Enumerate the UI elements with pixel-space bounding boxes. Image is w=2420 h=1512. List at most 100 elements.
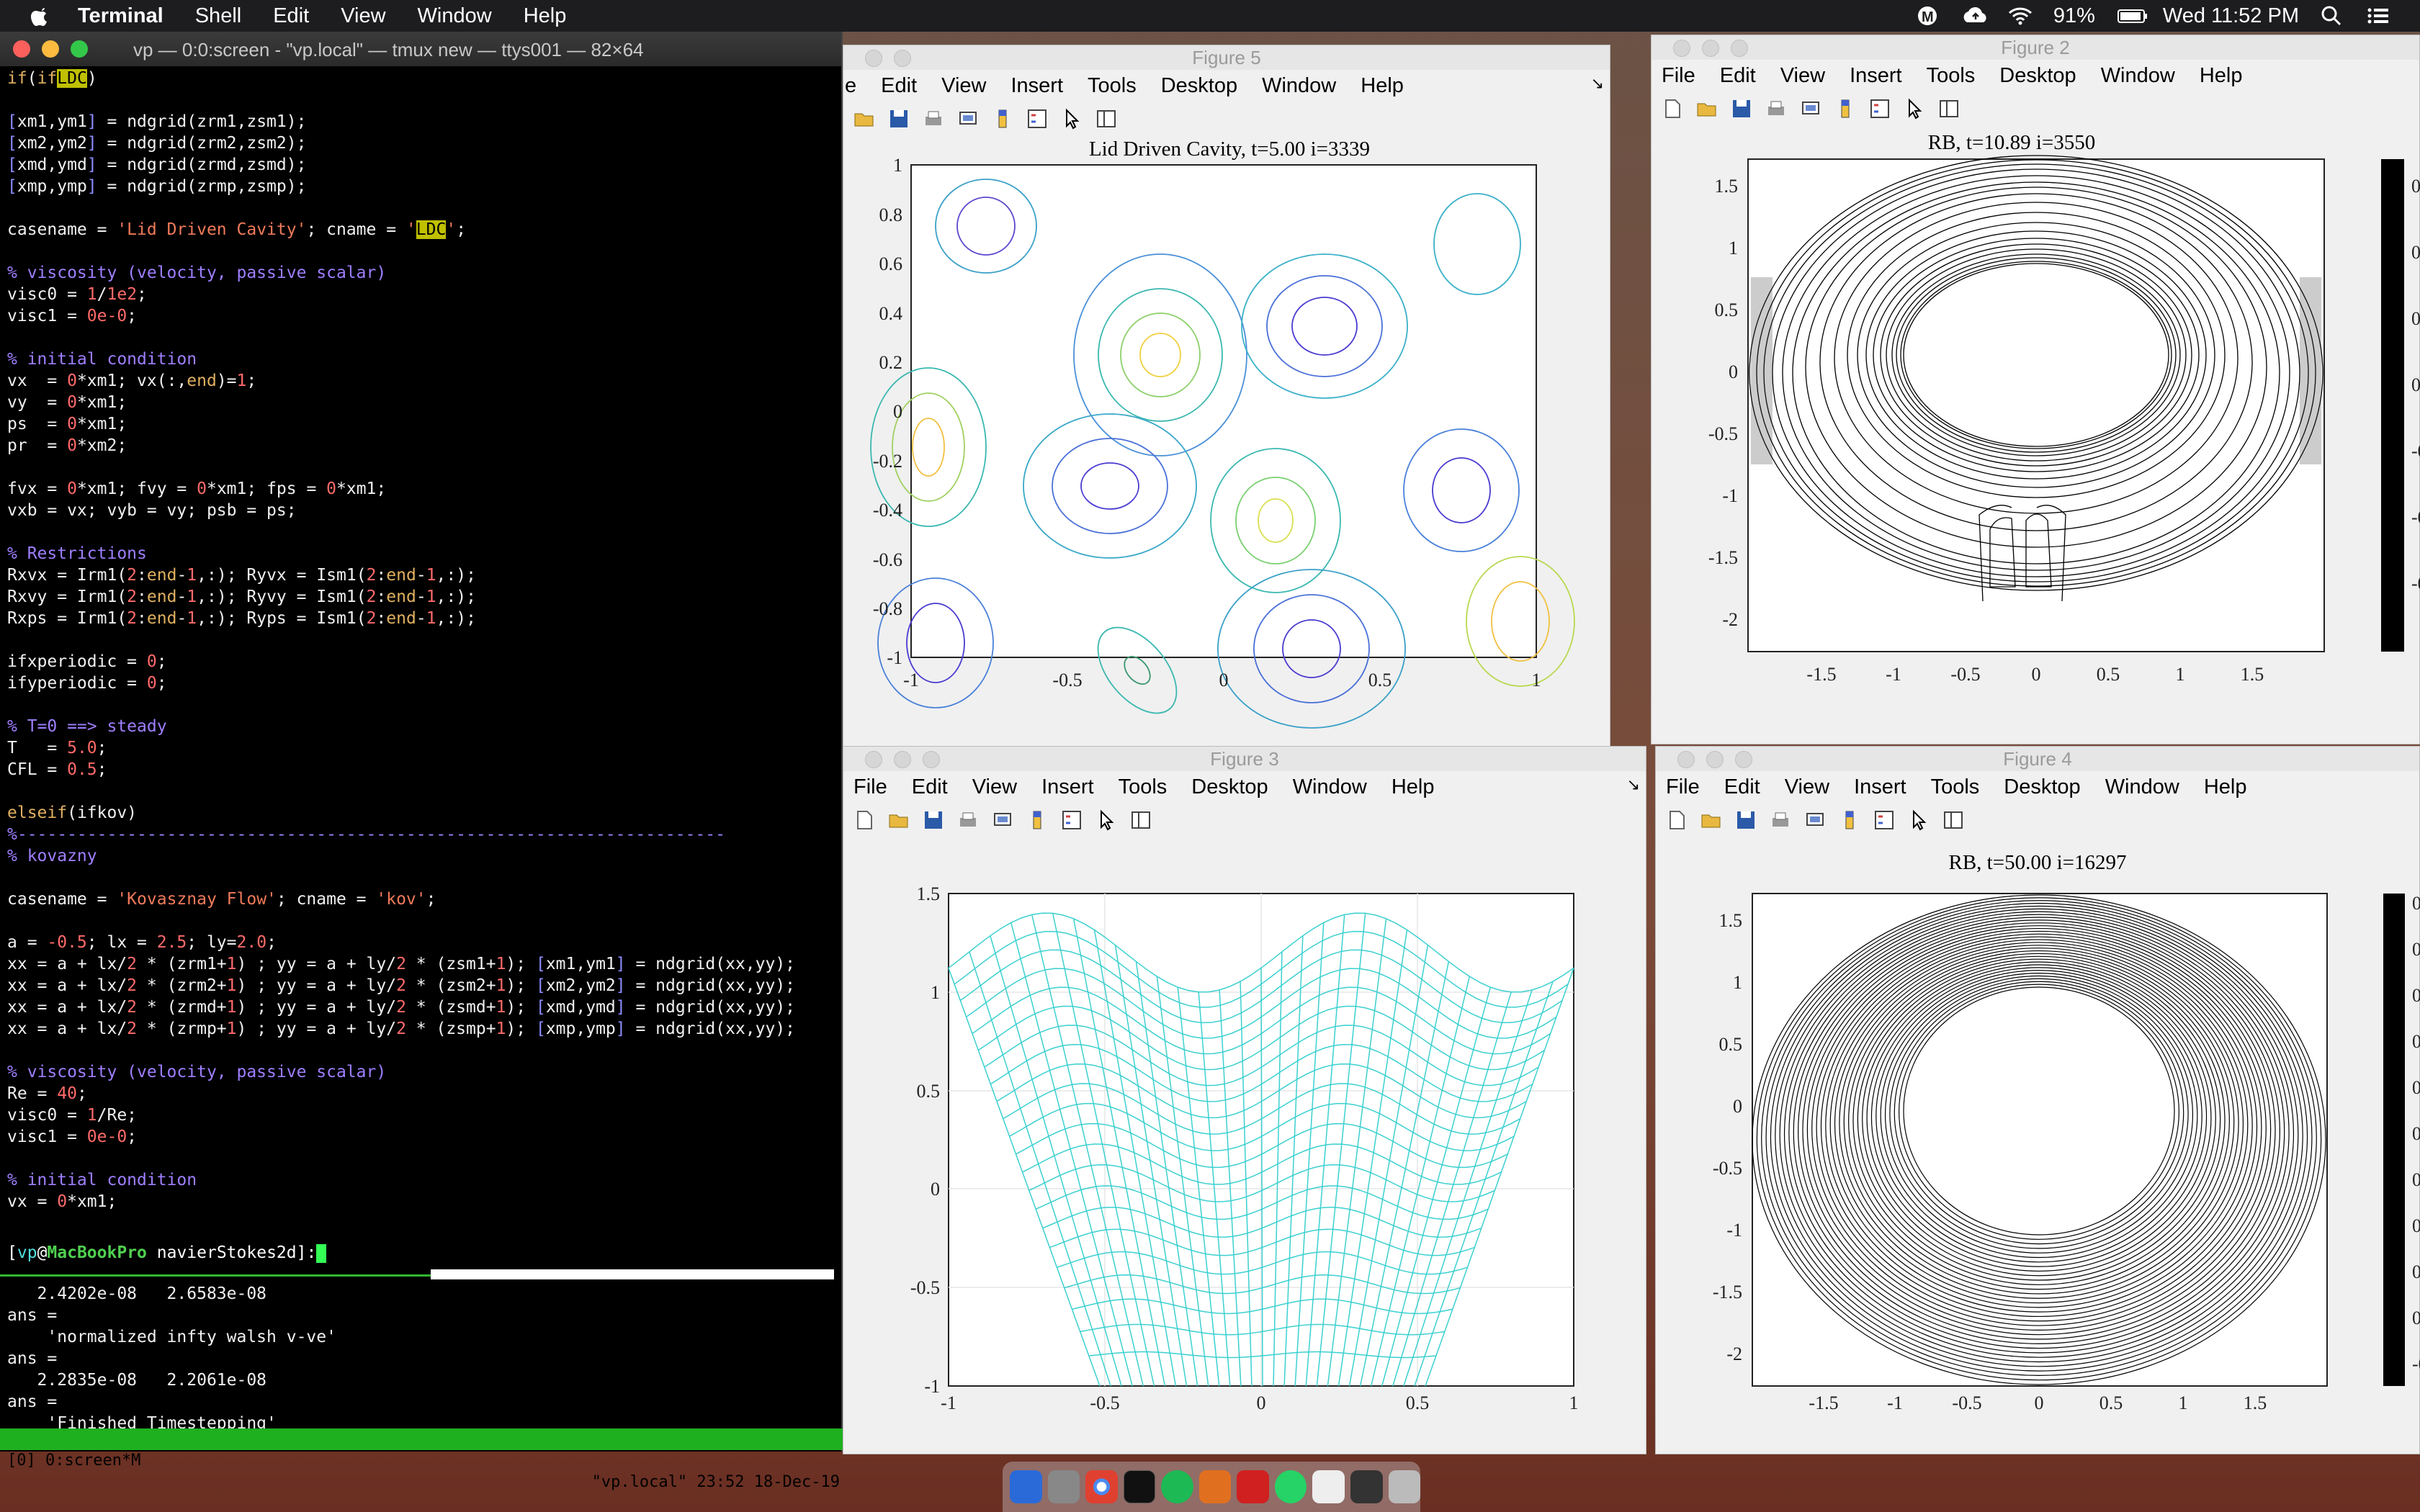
pointer-icon[interactable]	[1095, 809, 1117, 831]
acrobat-icon[interactable]	[1237, 1470, 1269, 1503]
menu-desktop[interactable]: Desktop	[1161, 74, 1237, 98]
minimize-button[interactable]	[42, 40, 59, 58]
save-icon[interactable]	[923, 809, 944, 831]
menu-window[interactable]: Window	[1262, 74, 1336, 98]
terminal-code-buffer[interactable]: if(ifLDC) [xm1,ym1] = ndgrid(zrm1,zsm1);…	[7, 68, 835, 1263]
rb-contour-plot-t10[interactable]: RB, t=10.89 i=3550 -1.5 -1 -0.5 0 0.5 1 …	[1652, 126, 2420, 745]
minimize-button[interactable]	[894, 50, 911, 67]
menu-help[interactable]: Help	[1392, 775, 1435, 799]
menu-view[interactable]: View	[341, 4, 385, 28]
close-button[interactable]	[13, 40, 30, 58]
finder-icon[interactable]	[1010, 1470, 1042, 1503]
shell-prompt[interactable]: [vp@MacBookPro navierStokes2d]:	[7, 1243, 327, 1263]
pointer-icon[interactable]	[1908, 809, 1930, 831]
figure-titlebar[interactable]: Figure 2	[1652, 35, 2419, 60]
colorbar-icon[interactable]	[1834, 98, 1856, 120]
print-icon[interactable]	[923, 108, 944, 130]
new-figure-icon[interactable]	[853, 809, 875, 831]
apple-icon[interactable]	[27, 3, 53, 29]
zoom-button[interactable]	[1735, 751, 1752, 768]
property-editor-icon[interactable]	[1938, 98, 1960, 120]
menu-window[interactable]: Window	[1293, 775, 1367, 799]
open-file-icon[interactable]	[888, 809, 910, 831]
figure-5-window[interactable]: Figure 5 e Edit View Insert Tools Deskto…	[843, 45, 1610, 753]
save-icon[interactable]	[1735, 809, 1757, 831]
menu-view[interactable]: View	[1785, 775, 1829, 799]
menu-file[interactable]: File	[853, 775, 887, 799]
system-preferences-icon[interactable]	[1047, 1470, 1080, 1503]
colorbar-icon[interactable]	[1026, 809, 1048, 831]
menu-insert[interactable]: Insert	[1010, 74, 1063, 98]
menu-edit[interactable]: Edit	[1720, 64, 1756, 88]
menu-window[interactable]: Window	[2105, 775, 2179, 799]
rb-contour-plot-t50[interactable]: RB, t=50.00 i=16297 -1.5 -1 -0.5 0 0.5 1…	[1656, 837, 2420, 1455]
pointer-icon[interactable]	[1061, 108, 1083, 130]
menu-desktop[interactable]: Desktop	[2004, 775, 2080, 799]
print-icon[interactable]	[1770, 809, 1791, 831]
notification-center-icon[interactable]	[2367, 5, 2391, 27]
terminal-icon[interactable]	[1123, 1470, 1156, 1503]
menu-help[interactable]: Help	[2200, 64, 2243, 88]
menu-tools[interactable]: Tools	[1927, 64, 1976, 88]
figure-4-window[interactable]: Figure 4 File Edit View Insert Tools Des…	[1655, 746, 2420, 1454]
menu-window[interactable]: Window	[418, 4, 492, 28]
malwarebytes-icon[interactable]: M	[1915, 5, 1940, 27]
save-icon[interactable]	[888, 108, 910, 130]
whatsapp-icon[interactable]	[1274, 1470, 1307, 1503]
menu-edit[interactable]: Edit	[881, 74, 917, 98]
menu-window[interactable]: Window	[2101, 64, 2175, 88]
print-icon[interactable]	[957, 809, 979, 831]
menu-edit[interactable]: Edit	[912, 775, 948, 799]
wifi-icon[interactable]	[2007, 5, 2032, 27]
property-editor-icon[interactable]	[1095, 108, 1117, 130]
menu-file[interactable]: File	[1662, 64, 1695, 88]
dock-arrow-icon[interactable]: ↘	[1627, 775, 1640, 794]
figure-3-window[interactable]: Figure 3 File Edit View Insert Tools Des…	[843, 746, 1646, 1454]
pointer-icon[interactable]	[1904, 98, 1925, 120]
colorbar-icon[interactable]	[1839, 809, 1860, 831]
close-button[interactable]	[1673, 40, 1690, 57]
minimize-button[interactable]	[1702, 40, 1719, 57]
battery-icon[interactable]	[2117, 5, 2147, 27]
screen-icon[interactable]	[1350, 1470, 1383, 1503]
menu-insert[interactable]: Insert	[1850, 64, 1902, 88]
menu-edit[interactable]: Edit	[273, 4, 309, 28]
figure-titlebar[interactable]: Figure 4	[1656, 747, 2419, 771]
figure-titlebar[interactable]: Figure 5	[843, 45, 1610, 70]
zoom-button[interactable]	[1731, 40, 1748, 57]
spotlight-search-icon[interactable]	[2321, 5, 2345, 27]
terminal-window[interactable]: vp — 0:0:screen - "vp.local" — tmux new …	[0, 32, 843, 1491]
colorbar-icon[interactable]	[992, 108, 1013, 130]
minimize-button[interactable]	[894, 751, 911, 768]
close-button[interactable]	[865, 751, 882, 768]
menu-view[interactable]: View	[941, 74, 986, 98]
legend-icon[interactable]	[1869, 98, 1891, 120]
menu-desktop[interactable]: Desktop	[1191, 775, 1268, 799]
menu-app-terminal[interactable]: Terminal	[78, 4, 163, 28]
tmux-window-list[interactable]: [0] 0:screen*M	[7, 1450, 140, 1472]
lid-driven-cavity-plot[interactable]: Lid Driven Cavity, t=5.00 i=3339 -1 -0.5…	[843, 132, 1611, 754]
dock-arrow-icon[interactable]: ↘	[1591, 74, 1604, 93]
menu-view[interactable]: View	[1780, 64, 1825, 88]
link-plot-icon[interactable]	[1804, 809, 1826, 831]
menu-insert[interactable]: Insert	[1854, 775, 1906, 799]
figure-2-window[interactable]: Figure 2 File Edit View Insert Tools Des…	[1651, 35, 2420, 744]
terminal-titlebar[interactable]: vp — 0:0:screen - "vp.local" — tmux new …	[0, 32, 841, 66]
close-button[interactable]	[1677, 751, 1695, 768]
menubar-clock[interactable]: Wed 11:52 PM	[2163, 4, 2299, 28]
kovasznay-mesh-plot[interactable]: -1 -0.5 0 0.5 1 1.5 1 0.5 0 -0.5 -1	[843, 837, 1647, 1455]
tmux-split-divider[interactable]	[0, 1274, 432, 1277]
property-editor-icon[interactable]	[1942, 809, 1964, 831]
new-figure-icon[interactable]	[1666, 809, 1688, 831]
menu-help[interactable]: Help	[524, 4, 567, 28]
open-file-icon[interactable]	[853, 108, 875, 130]
legend-icon[interactable]	[1873, 809, 1895, 831]
menu-help[interactable]: Help	[1361, 74, 1404, 98]
link-plot-icon[interactable]	[992, 809, 1013, 831]
menu-file[interactable]: File	[1666, 775, 1700, 799]
zoom-button[interactable]	[71, 40, 88, 58]
open-file-icon[interactable]	[1700, 809, 1722, 831]
menu-file[interactable]: e	[845, 74, 856, 98]
document-icon[interactable]	[1312, 1470, 1345, 1503]
chrome-icon[interactable]	[1085, 1470, 1118, 1503]
